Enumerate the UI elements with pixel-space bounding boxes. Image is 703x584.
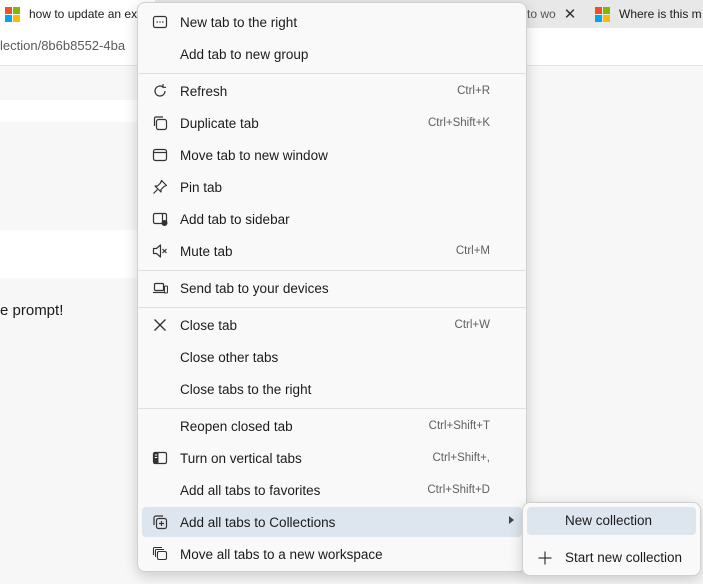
microsoft-logo-icon <box>5 6 20 22</box>
submenu-arrow-icon <box>509 516 514 524</box>
page-text: e prompt! <box>0 302 64 319</box>
menu-item-add-to-favorites[interactable]: Add all tabs to favorites Ctrl+Shift+D <box>142 475 522 505</box>
tab-to-wo[interactable]: to wo ✕ <box>527 0 587 28</box>
menu-item-label: Add all tabs to Collections <box>180 514 336 530</box>
menu-item-new-tab-right[interactable]: New tab to the right <box>142 7 522 37</box>
close-tab-icon[interactable]: ✕ <box>564 5 577 23</box>
menu-item-label: Send tab to your devices <box>180 280 329 296</box>
menu-item-shortcut: Ctrl+Shift+, <box>432 452 490 464</box>
submenu-item-label: Start new collection <box>565 550 683 565</box>
address-url[interactable]: lection/8b6b8552-4ba <box>0 38 125 53</box>
submenu-item-start-new-collection[interactable]: Start new collection <box>527 544 696 572</box>
menu-item-duplicate[interactable]: Duplicate tab Ctrl+Shift+K <box>142 108 522 138</box>
collections-submenu: New collection Start new collection <box>522 502 701 576</box>
content-block <box>0 230 137 278</box>
menu-item-label: Close other tabs <box>180 349 279 365</box>
menu-separator <box>138 73 526 74</box>
menu-separator <box>138 270 526 271</box>
menu-item-label: Pin tab <box>180 179 223 195</box>
menu-item-label: Duplicate tab <box>180 115 259 131</box>
plus-icon <box>537 550 553 566</box>
menu-item-label: Mute tab <box>180 243 233 259</box>
menu-item-add-to-group[interactable]: Add tab to new group <box>142 39 522 69</box>
devices-icon <box>152 280 168 296</box>
collections-icon <box>152 514 168 530</box>
tab-title: Where is this m <box>619 7 702 21</box>
menu-item-close-tabs-right[interactable]: Close tabs to the right <box>142 374 522 404</box>
menu-item-shortcut: Ctrl+Shift+T <box>428 420 490 432</box>
mute-icon <box>152 243 168 259</box>
menu-item-mute-tab[interactable]: Mute tab Ctrl+M <box>142 236 522 266</box>
window-icon <box>152 147 168 163</box>
menu-item-shortcut: Ctrl+M <box>455 245 490 257</box>
menu-item-label: Add all tabs to favorites <box>180 482 321 498</box>
menu-item-shortcut: Ctrl+W <box>454 319 490 331</box>
submenu-item-label: New collection <box>565 513 653 528</box>
duplicate-icon <box>152 115 168 131</box>
menu-item-shortcut: Ctrl+R <box>457 85 490 97</box>
content-block <box>0 100 137 122</box>
new-tab-icon <box>152 14 168 30</box>
menu-item-label: Refresh <box>180 83 228 99</box>
menu-item-close-tab[interactable]: Close tab Ctrl+W <box>142 310 522 340</box>
menu-item-label: Close tabs to the right <box>180 381 312 397</box>
menu-item-close-other-tabs[interactable]: Close other tabs <box>142 342 522 372</box>
pin-icon <box>152 179 168 195</box>
menu-item-shortcut: Ctrl+Shift+K <box>428 117 490 129</box>
menu-item-add-to-sidebar[interactable]: Add tab to sidebar <box>142 204 522 234</box>
menu-item-label: Add tab to new group <box>180 46 309 62</box>
menu-item-label: Reopen closed tab <box>180 418 293 434</box>
menu-item-refresh[interactable]: Refresh Ctrl+R <box>142 76 522 106</box>
menu-item-add-to-collections[interactable]: Add all tabs to Collections <box>142 507 522 537</box>
menu-item-reopen-closed-tab[interactable]: Reopen closed tab Ctrl+Shift+T <box>142 411 522 441</box>
menu-item-shortcut: Ctrl+Shift+D <box>427 484 490 496</box>
refresh-icon <box>152 83 168 99</box>
menu-item-move-to-window[interactable]: Move tab to new window <box>142 140 522 170</box>
workspace-icon <box>152 546 168 562</box>
menu-item-label: Close tab <box>180 317 238 333</box>
menu-item-move-to-workspace[interactable]: Move all tabs to a new workspace <box>142 539 522 569</box>
menu-separator <box>138 307 526 308</box>
menu-item-label: Move tab to new window <box>180 147 328 163</box>
close-icon <box>152 317 168 333</box>
submenu-item-new-collection[interactable]: New collection <box>527 507 696 535</box>
menu-item-label: New tab to the right <box>180 14 298 30</box>
menu-item-label: Add tab to sidebar <box>180 211 290 227</box>
tab-title: to wo <box>527 7 556 21</box>
vertical-tabs-icon <box>152 450 168 466</box>
menu-item-vertical-tabs[interactable]: Turn on vertical tabs Ctrl+Shift+, <box>142 443 522 473</box>
menu-item-label: Move all tabs to a new workspace <box>180 546 383 562</box>
menu-separator <box>138 408 526 409</box>
menu-item-send-to-devices[interactable]: Send tab to your devices <box>142 273 522 303</box>
tab-title: how to update an ex <box>29 7 138 21</box>
microsoft-logo-icon <box>595 6 610 22</box>
tab-context-menu: New tab to the right Add tab to new grou… <box>137 2 527 572</box>
tab-where-is-this[interactable]: Where is this m <box>595 0 703 28</box>
menu-item-label: Turn on vertical tabs <box>180 450 302 466</box>
sidebar-icon <box>152 211 168 227</box>
tab-how-to-update[interactable]: how to update an ex <box>0 0 155 28</box>
menu-item-pin-tab[interactable]: Pin tab <box>142 172 522 202</box>
